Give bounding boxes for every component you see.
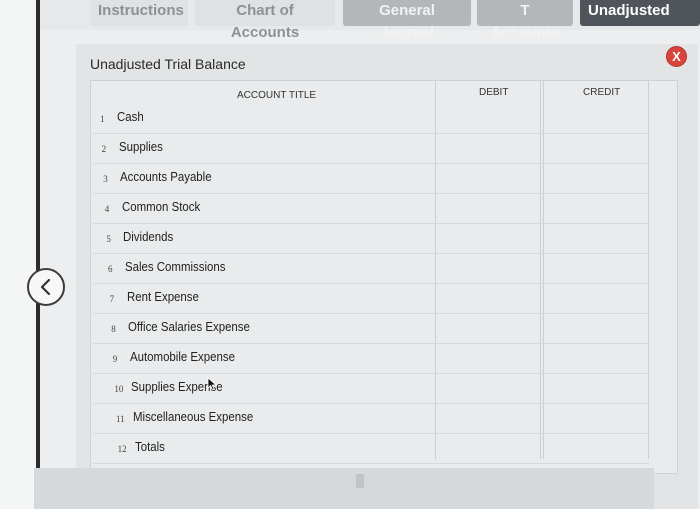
chevron-left-icon [38, 278, 54, 296]
close-button[interactable]: X [666, 46, 687, 67]
tab-t-accounts[interactable]: T Accounts [477, 0, 573, 41]
tab-chart-of-accounts[interactable]: Chart of Accounts [195, 0, 335, 41]
debit-input[interactable] [437, 435, 539, 461]
credit-input[interactable] [545, 405, 647, 431]
account-title-cell[interactable]: Miscellaneous Expense [133, 409, 253, 424]
bottom-scroll-strip [34, 468, 654, 509]
account-title-cell[interactable]: Totals [135, 439, 165, 454]
debit-input[interactable] [437, 195, 539, 221]
tab-instructions[interactable]: Instructions [90, 0, 188, 26]
credit-input[interactable] [545, 315, 647, 341]
debit-input[interactable] [437, 285, 539, 311]
account-title-cell[interactable]: Sales Commissions [125, 259, 225, 274]
debit-input[interactable] [437, 375, 539, 401]
debit-input[interactable] [437, 135, 539, 161]
account-title-cell[interactable]: Common Stock [122, 199, 200, 214]
account-title-cell[interactable]: Supplies [119, 139, 163, 154]
account-title-cell[interactable]: Cash [117, 109, 144, 124]
row-number: 6 [108, 264, 113, 274]
panel-title: Unadjusted Trial Balance [90, 56, 246, 72]
row-number: 8 [111, 324, 116, 334]
row-number: 10 [114, 384, 124, 394]
credit-input[interactable] [545, 345, 647, 371]
credit-input[interactable] [545, 105, 647, 131]
debit-input[interactable] [437, 315, 539, 341]
account-title-cell[interactable]: Automobile Expense [130, 349, 235, 364]
row-number: 2 [101, 144, 107, 154]
tab-bar: Instructions Chart of Accounts General J… [40, 0, 700, 41]
scroll-handle[interactable] [356, 474, 364, 488]
tab-unadjusted-trial-balance[interactable]: Unadjusted Tria [580, 0, 700, 26]
close-icon: X [672, 49, 681, 64]
credit-input[interactable] [545, 435, 647, 461]
row-number: 7 [109, 294, 115, 304]
credit-input[interactable] [545, 375, 647, 401]
left-margin [0, 0, 36, 509]
account-title-cell[interactable]: Dividends [123, 229, 173, 244]
row-number: 1 [100, 114, 105, 124]
credit-input[interactable] [545, 255, 647, 281]
debit-input[interactable] [437, 225, 539, 251]
debit-input[interactable] [437, 405, 539, 431]
row-number: 4 [104, 204, 110, 214]
account-title-cell[interactable]: Office Salaries Expense [128, 319, 250, 334]
debit-input[interactable] [437, 105, 539, 131]
header-account-title: ACCOUNT TITLE [237, 90, 317, 101]
left-divider [36, 0, 40, 509]
row-number: 5 [106, 234, 111, 244]
back-button[interactable] [27, 268, 65, 306]
trial-balance-panel: Unadjusted Trial Balance X ACCOUNT TITLE… [76, 44, 698, 509]
credit-input[interactable] [545, 165, 647, 191]
account-title-cell[interactable]: Rent Expense [127, 289, 199, 304]
credit-input[interactable] [545, 135, 647, 161]
debit-input[interactable] [437, 345, 539, 371]
trial-balance-table: ACCOUNT TITLE DEBIT CREDIT 1 Cash 2 Supplies 3 A… [90, 80, 678, 474]
credit-input[interactable] [545, 285, 647, 311]
tab-general-journal[interactable]: General Journal [343, 0, 471, 41]
credit-input[interactable] [545, 195, 647, 221]
row-number: 3 [103, 174, 108, 184]
mouse-pointer-icon [207, 377, 218, 396]
credit-input[interactable] [545, 225, 647, 251]
debit-input[interactable] [437, 165, 539, 191]
debit-input[interactable] [437, 255, 539, 281]
row-number: 12 [117, 444, 127, 454]
row-number: 11 [116, 414, 125, 424]
account-title-cell[interactable]: Accounts Payable [120, 169, 212, 184]
row-number: 9 [112, 354, 118, 364]
